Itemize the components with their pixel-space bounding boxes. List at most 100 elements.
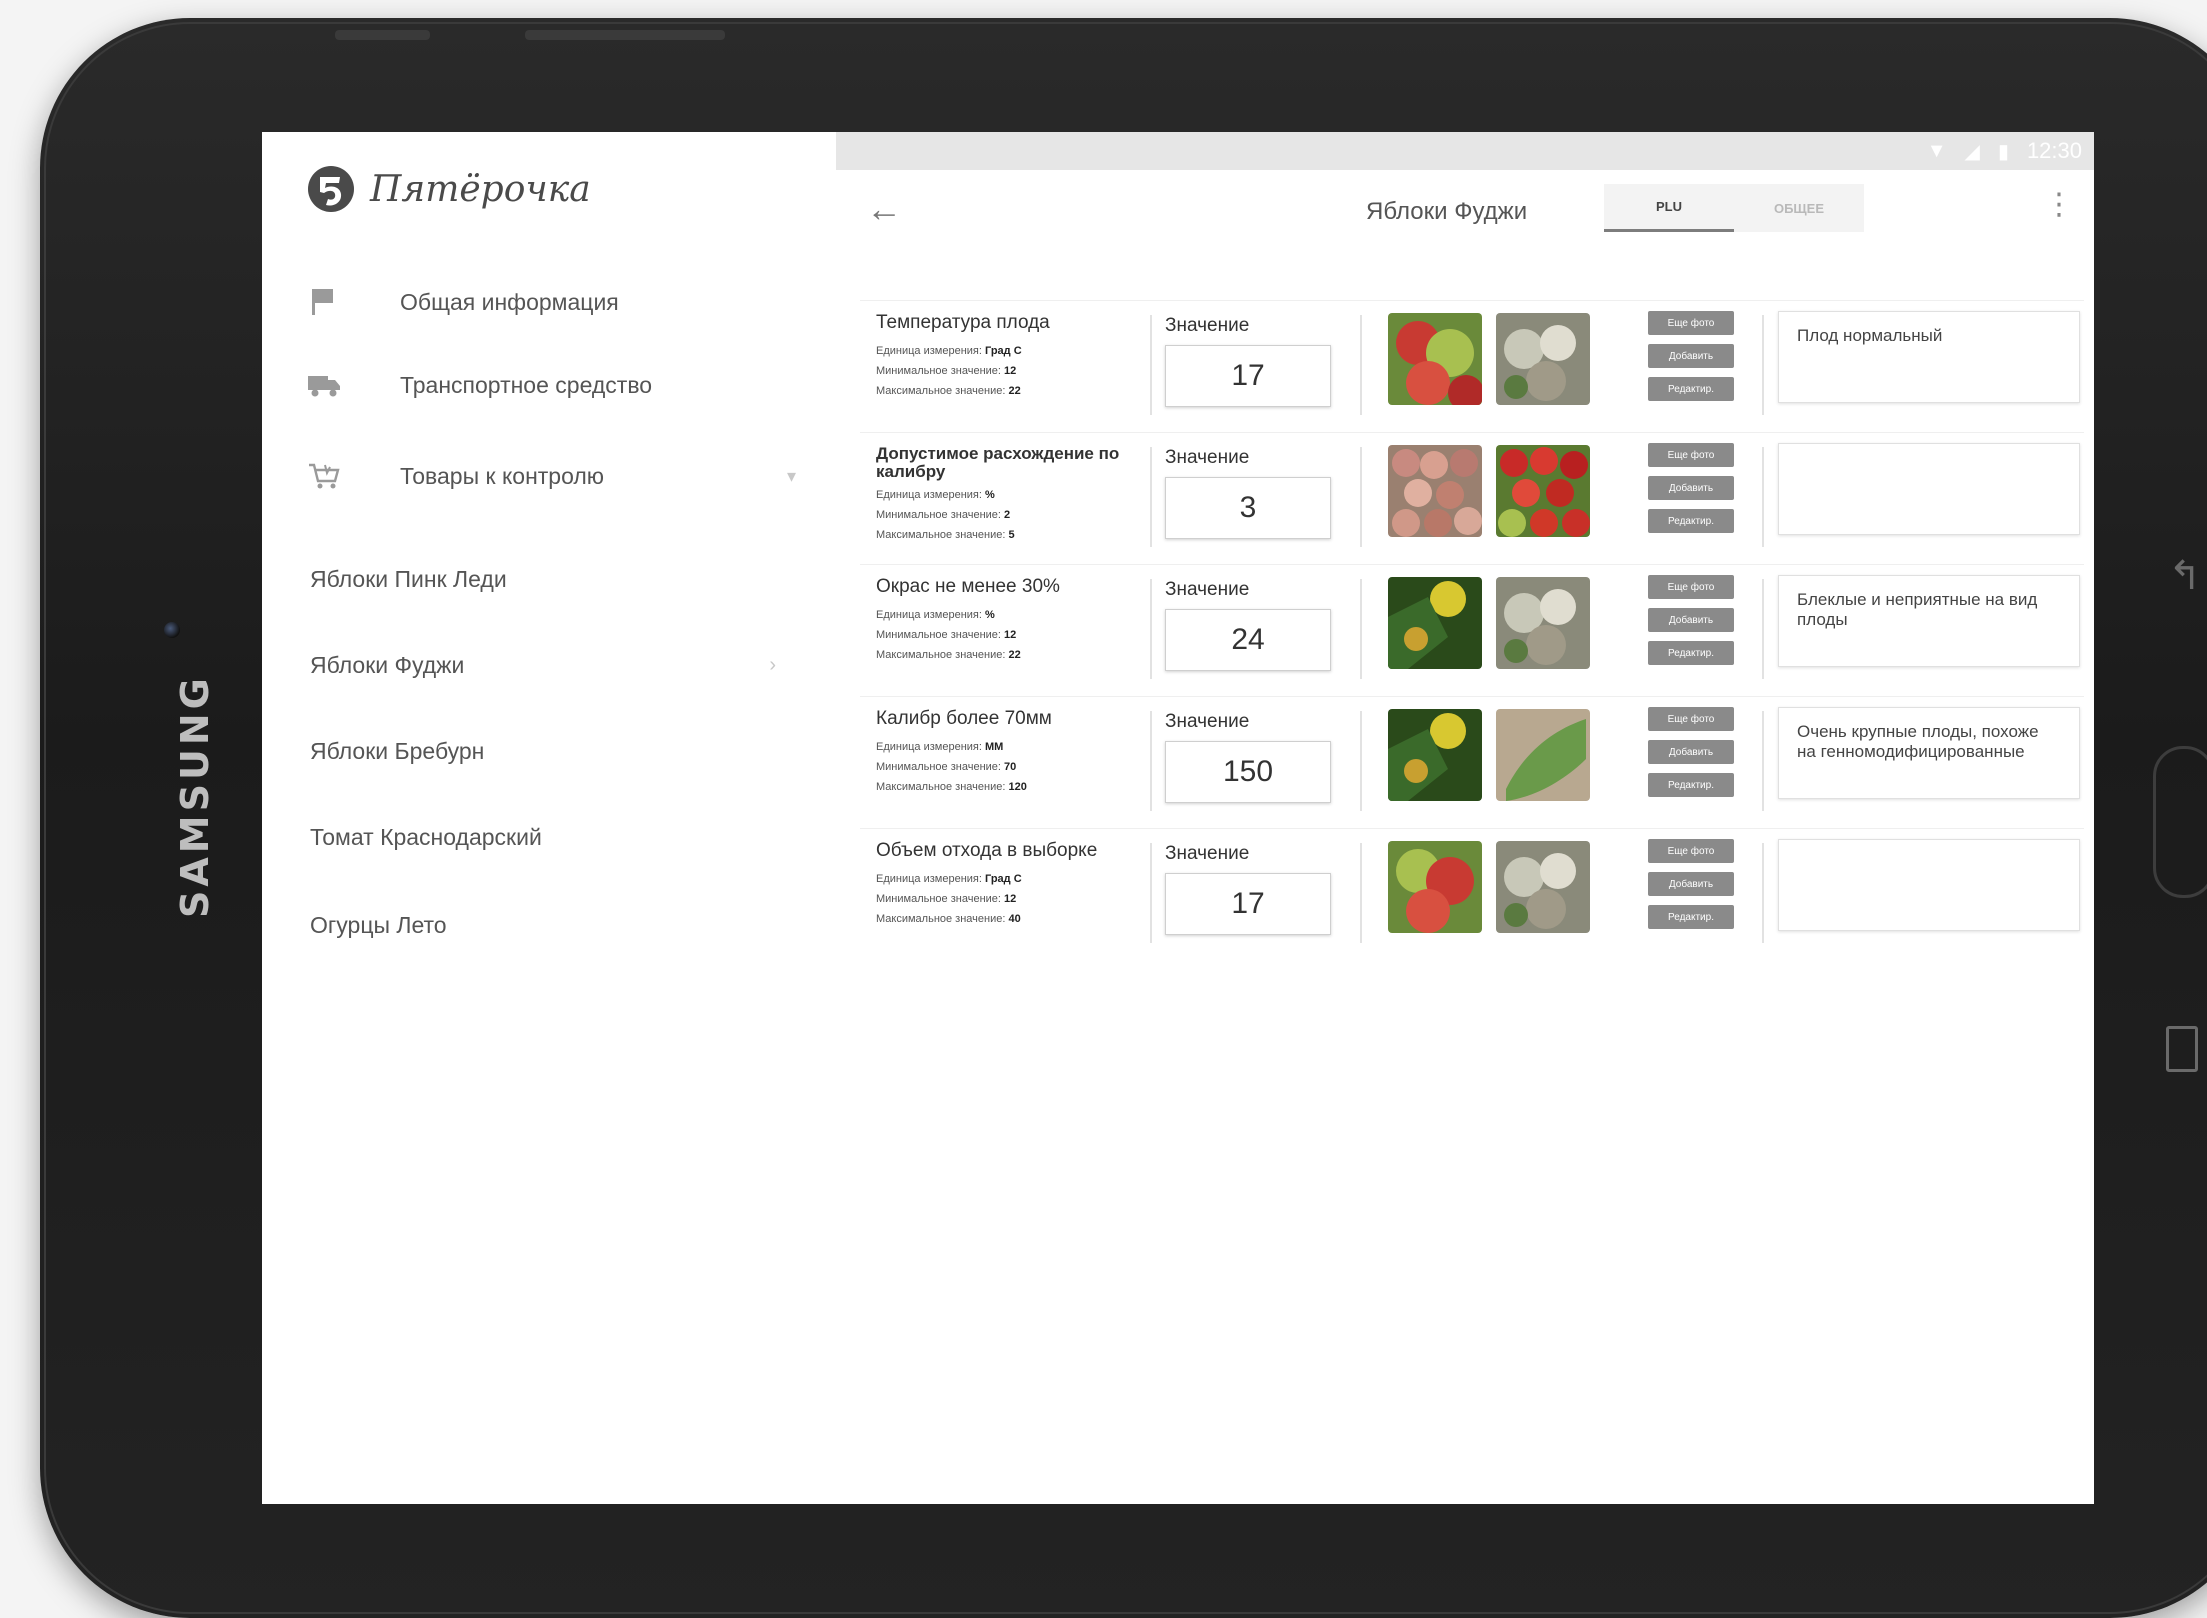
add-photo-button[interactable]: Добавить <box>1648 872 1734 896</box>
divider <box>1360 711 1362 811</box>
criteria-name: Допустимое расхождение по калибру <box>876 444 1120 481</box>
criteria-info: Допустимое расхождение по калибру Единиц… <box>876 445 1141 545</box>
photo-thumbnail[interactable] <box>1388 841 1482 933</box>
cart-icon <box>306 458 342 494</box>
product-label: Огурцы Лето <box>310 911 447 938</box>
add-photo-button[interactable]: Добавить <box>1648 740 1734 764</box>
front-camera <box>164 622 180 638</box>
product-item-selected[interactable]: Яблоки Фуджи › <box>310 640 790 690</box>
volume-button <box>335 30 430 40</box>
logo-icon <box>308 166 354 212</box>
value-block: Значение 17 <box>1165 843 1331 935</box>
more-vert-icon[interactable]: ⋮ <box>2044 190 2074 220</box>
app-bar: ← Яблоки Фуджи PLU ОБЩЕЕ ⋮ <box>836 170 2094 252</box>
divider <box>1150 711 1152 811</box>
photo-thumbnail[interactable] <box>1496 841 1590 933</box>
photo-thumbnail[interactable] <box>1388 445 1482 537</box>
add-photo-button[interactable]: Добавить <box>1648 476 1734 500</box>
photo-thumbnail[interactable] <box>1496 445 1590 537</box>
value-input[interactable]: 17 <box>1165 873 1331 935</box>
divider <box>1360 315 1362 415</box>
criteria-unit: Единица измерения: Град С <box>876 873 1022 885</box>
add-photo-button[interactable]: Добавить <box>1648 608 1734 632</box>
criteria-name: Объем отхода в выборке <box>876 840 1098 861</box>
photo-thumbnail[interactable] <box>1496 313 1590 405</box>
value-block: Значение 3 <box>1165 447 1331 539</box>
more-photo-button[interactable]: Еще фото <box>1648 839 1734 863</box>
divider <box>1360 579 1362 679</box>
photo-thumbnail[interactable] <box>1496 577 1590 669</box>
nav-label: Общая информация <box>400 288 619 315</box>
edit-photo-button[interactable]: Редактир. <box>1648 773 1734 797</box>
comment-field[interactable]: Очень крупные плоды, похоже на генномоди… <box>1778 707 2080 799</box>
photo-thumbnail[interactable] <box>1388 709 1482 801</box>
product-item[interactable]: Яблоки Пинк Леди <box>310 554 790 604</box>
tab-general[interactable]: ОБЩЕЕ <box>1734 184 1864 232</box>
add-photo-button[interactable]: Добавить <box>1648 344 1734 368</box>
chevron-down-icon: ▾ <box>786 465 796 486</box>
criteria-info: Калибр более 70мм Единица измерения: ММ … <box>876 709 1141 797</box>
criteria-row: Объем отхода в выборке Единица измерения… <box>860 828 2084 957</box>
truck-icon <box>306 367 342 403</box>
logo-text: Пятёрочка <box>370 168 591 210</box>
criteria-max: Максимальное значение: 22 <box>876 649 1021 661</box>
criteria-info: Температура плода Единица измерения: Гра… <box>876 313 1141 401</box>
value-input[interactable]: 3 <box>1165 477 1331 539</box>
photo-actions: Еще фото Добавить Редактир. <box>1648 575 1734 665</box>
comment-field[interactable] <box>1778 839 2080 931</box>
edit-photo-button[interactable]: Редактир. <box>1648 377 1734 401</box>
nav-general-info[interactable]: Общая информация <box>306 272 806 332</box>
criteria-max: Максимальное значение: 22 <box>876 385 1021 397</box>
value-input[interactable]: 17 <box>1165 345 1331 407</box>
back-arrow-icon[interactable]: ← <box>866 188 902 230</box>
flag-icon <box>306 284 342 320</box>
comment-field[interactable]: Плод нормальный <box>1778 311 2080 403</box>
nav-label: Товары к контролю <box>400 462 605 489</box>
recent-apps-icon[interactable] <box>2166 1026 2198 1072</box>
divider <box>1360 843 1362 943</box>
product-item[interactable]: Огурцы Лето <box>310 900 790 950</box>
main-panel: ▼ ◢ ▮ 12:30 ← Яблоки Фуджи PLU ОБЩЕЕ ⋮ Т… <box>836 132 2094 1504</box>
criteria-unit: Единица измерения: ММ <box>876 741 1004 753</box>
value-input[interactable]: 24 <box>1165 609 1331 671</box>
chevron-right-icon: › <box>769 653 776 676</box>
tab-bar: PLU ОБЩЕЕ <box>1604 184 1864 232</box>
home-button[interactable] <box>2153 746 2207 898</box>
divider <box>1762 447 1764 547</box>
photo-actions: Еще фото Добавить Редактир. <box>1648 707 1734 797</box>
product-item[interactable]: Яблоки Бребурн <box>310 726 790 776</box>
sidebar: Пятёрочка Общая информация Транспортное … <box>262 132 837 1504</box>
photo-thumbnail[interactable] <box>1496 709 1590 801</box>
more-photo-button[interactable]: Еще фото <box>1648 575 1734 599</box>
signal-icon: ◢ <box>1964 140 1980 163</box>
comment-field[interactable]: Блеклые и неприятные на вид плоды <box>1778 575 2080 667</box>
nav-vehicle[interactable]: Транспортное средство <box>306 355 806 415</box>
value-label: Значение <box>1165 447 1250 468</box>
edit-photo-button[interactable]: Редактир. <box>1648 905 1734 929</box>
photo-actions: Еще фото Добавить Редактир. <box>1648 839 1734 929</box>
nav-goods-control[interactable]: Товары к контролю ▾ <box>306 446 806 506</box>
criteria-row: Допустимое расхождение по калибру Единиц… <box>860 432 2084 561</box>
product-item[interactable]: Томат Краснодарский <box>310 812 790 862</box>
photo-thumbnail[interactable] <box>1388 313 1482 405</box>
edit-photo-button[interactable]: Редактир. <box>1648 641 1734 665</box>
back-key-icon[interactable]: ↰ <box>2168 553 2202 599</box>
divider <box>1360 447 1362 547</box>
more-photo-button[interactable]: Еще фото <box>1648 311 1734 335</box>
app-logo: Пятёрочка <box>306 164 591 214</box>
status-bar: ▼ ◢ ▮ 12:30 <box>836 132 2094 170</box>
divider <box>1762 579 1764 679</box>
value-input[interactable]: 150 <box>1165 741 1331 803</box>
divider <box>1150 315 1152 415</box>
comment-field[interactable] <box>1778 443 2080 535</box>
more-photo-button[interactable]: Еще фото <box>1648 707 1734 731</box>
page-title: Яблоки Фуджи <box>1366 198 1528 225</box>
criteria-list: Температура плода Единица измерения: Гра… <box>860 300 2084 960</box>
criteria-min: Минимальное значение: 12 <box>876 893 1017 905</box>
criteria-info: Объем отхода в выборке Единица измерения… <box>876 841 1141 929</box>
photo-thumbnail[interactable] <box>1388 577 1482 669</box>
more-photo-button[interactable]: Еще фото <box>1648 443 1734 467</box>
criteria-row: Температура плода Единица измерения: Гра… <box>860 300 2084 429</box>
tab-plu[interactable]: PLU <box>1604 184 1734 232</box>
edit-photo-button[interactable]: Редактир. <box>1648 509 1734 533</box>
